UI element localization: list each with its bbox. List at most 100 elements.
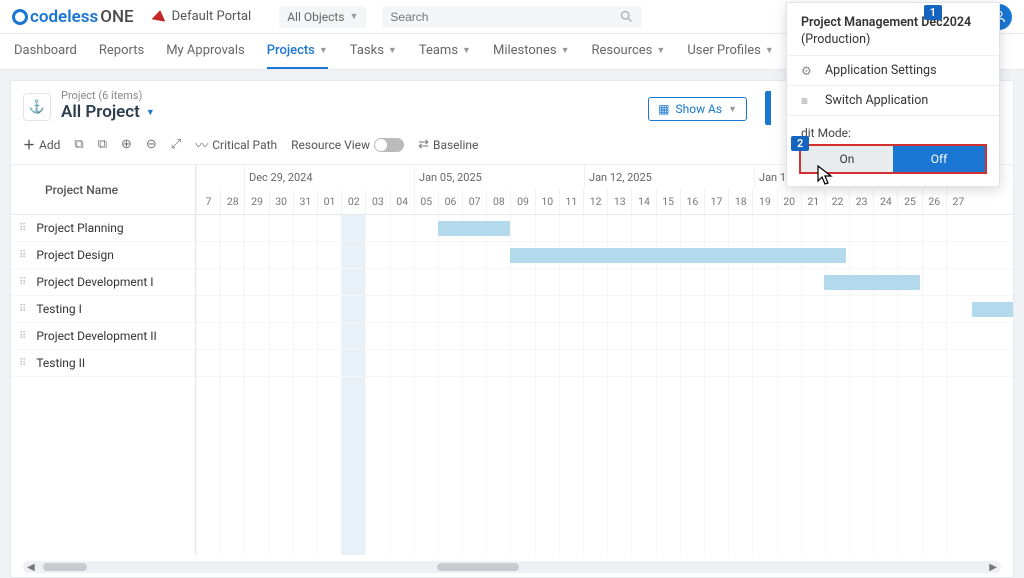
day-cell: 09 <box>510 189 534 214</box>
zoom-in-icon[interactable]: ⊕ <box>121 137 132 152</box>
chart-area <box>196 215 1013 555</box>
edit-mode-toggle: 2 On Off <box>799 144 987 174</box>
drag-handle-icon[interactable]: ⠿ <box>19 331 24 342</box>
day-cell: 02 <box>341 189 365 214</box>
gantt-row <box>196 242 1013 269</box>
edit-mode-label: dit Mode: <box>787 115 999 144</box>
settings-menu: Project Management Dec2024 (Production) … <box>786 2 1000 187</box>
portal-label: Default Portal <box>172 9 252 24</box>
gantt-row <box>196 215 1013 242</box>
day-cell: 28 <box>220 189 244 214</box>
days-row: 7282930310102030405060708091011121314151… <box>196 189 1013 214</box>
day-cell: 06 <box>438 189 462 214</box>
scroll-thumb[interactable] <box>43 563 87 571</box>
chevron-down-icon: ▼ <box>561 45 570 56</box>
gantt-bar[interactable] <box>510 248 846 263</box>
chevron-down-icon: ▼ <box>656 45 665 56</box>
day-cell: 05 <box>414 189 438 214</box>
day-cell: 24 <box>873 189 897 214</box>
tab-resources[interactable]: Resources▼ <box>592 34 666 69</box>
day-cell: 04 <box>390 189 414 214</box>
page-title[interactable]: All Project▼ <box>61 102 155 122</box>
menu-subtitle: (Production) <box>787 32 999 55</box>
drag-handle-icon[interactable]: ⠿ <box>19 358 24 369</box>
sliders-icon: ⚙ <box>801 64 815 78</box>
search-box[interactable] <box>382 6 642 27</box>
project-row[interactable]: ⠿Project Design <box>11 242 195 269</box>
day-cell: 19 <box>752 189 776 214</box>
day-cell: 12 <box>583 189 607 214</box>
day-cell: 29 <box>244 189 268 214</box>
edit-mode-off[interactable]: Off <box>893 146 985 172</box>
week-cell: Jan 05, 2025 <box>414 165 584 189</box>
anchor-icon[interactable]: ⚓ <box>23 93 51 121</box>
day-cell: 14 <box>631 189 655 214</box>
project-name: Project Planning <box>36 221 123 235</box>
day-cell: 30 <box>269 189 293 214</box>
logo-text-a: codeless <box>30 7 98 27</box>
portal-icon <box>151 8 167 24</box>
tab-projects[interactable]: Projects▼ <box>267 34 328 69</box>
name-column-header: Project Name <box>11 165 195 214</box>
expand-icon[interactable]: ⤢ <box>171 137 181 152</box>
logo[interactable]: codelessONE <box>12 7 134 27</box>
gantt-bar[interactable] <box>438 221 510 236</box>
baseline-button[interactable]: ⇄Baseline <box>418 137 478 152</box>
scroll-right-icon[interactable]: ▶ <box>989 562 997 573</box>
project-row[interactable]: ⠿Project Development I <box>11 269 195 296</box>
all-objects-label: All Objects <box>287 10 344 24</box>
name-list: ⠿Project Planning⠿Project Design⠿Project… <box>11 215 196 555</box>
day-cell: 7 <box>196 189 220 214</box>
search-icon <box>619 9 634 24</box>
project-row[interactable]: ⠿Project Development II <box>11 323 195 350</box>
menu-app-settings[interactable]: ⚙ Application Settings <box>787 55 999 85</box>
all-objects-dropdown[interactable]: All Objects ▼ <box>279 6 366 28</box>
show-as-button[interactable]: ▦ Show As ▼ <box>648 97 747 121</box>
drag-handle-icon[interactable]: ⠿ <box>19 277 24 288</box>
list-icon: ≡ <box>801 94 815 108</box>
tab-user-profiles[interactable]: User Profiles▼ <box>687 34 773 69</box>
menu-switch-application[interactable]: ≡ Switch Application <box>787 85 999 115</box>
day-cell: 18 <box>728 189 752 214</box>
scroll-left-icon[interactable]: ◀ <box>27 562 35 573</box>
tab-milestones[interactable]: Milestones▼ <box>493 34 570 69</box>
gantt-row <box>196 296 1013 323</box>
tab-my-approvals[interactable]: My Approvals <box>166 34 245 69</box>
drag-handle-icon[interactable]: ⠿ <box>19 304 24 315</box>
horizontal-scrollbar[interactable]: ◀ ▶ <box>23 561 1001 573</box>
scroll-thumb[interactable] <box>437 563 519 571</box>
tab-dashboard[interactable]: Dashboard <box>14 34 77 69</box>
day-cell: 25 <box>897 189 921 214</box>
gantt-bar[interactable] <box>824 275 920 290</box>
drag-handle-icon[interactable]: ⠿ <box>19 250 24 261</box>
edit-mode-on[interactable]: On <box>801 146 893 172</box>
project-row[interactable]: ⠿Testing I <box>11 296 195 323</box>
add-button[interactable]: ＋Add <box>23 136 60 153</box>
copy-icon-2[interactable]: ⧉ <box>98 137 107 152</box>
project-row[interactable]: ⠿Testing II <box>11 350 195 377</box>
drag-handle-icon[interactable]: ⠿ <box>19 223 24 234</box>
portal-switcher[interactable]: Default Portal <box>152 9 252 24</box>
day-cell: 22 <box>825 189 849 214</box>
search-input[interactable] <box>390 10 619 24</box>
day-cell: 15 <box>656 189 680 214</box>
resource-view-toggle[interactable]: Resource View <box>291 138 404 152</box>
day-cell: 07 <box>462 189 486 214</box>
record-count: Project (6 items) <box>61 89 155 102</box>
tab-reports[interactable]: Reports <box>99 34 144 69</box>
project-row[interactable]: ⠿ Project Planning <box>11 215 195 242</box>
right-panel-tab[interactable] <box>765 91 771 125</box>
critical-path-button[interactable]: 〰Critical Path <box>195 135 277 154</box>
day-cell: 03 <box>365 189 389 214</box>
chevron-down-icon: ▼ <box>319 45 328 56</box>
gantt-row <box>196 323 1013 350</box>
menu-title: Project Management Dec2024 <box>787 13 999 32</box>
copy-icon[interactable]: ⧉ <box>74 137 83 152</box>
gantt-body: ⠿Project Planning⠿Project Design⠿Project… <box>11 215 1013 555</box>
day-cell: 17 <box>704 189 728 214</box>
zoom-out-icon[interactable]: ⊖ <box>146 137 157 152</box>
gantt-bar[interactable] <box>972 302 1013 317</box>
tab-teams[interactable]: Teams▼ <box>419 34 471 69</box>
tab-tasks[interactable]: Tasks▼ <box>350 34 397 69</box>
gantt-row <box>196 350 1013 377</box>
